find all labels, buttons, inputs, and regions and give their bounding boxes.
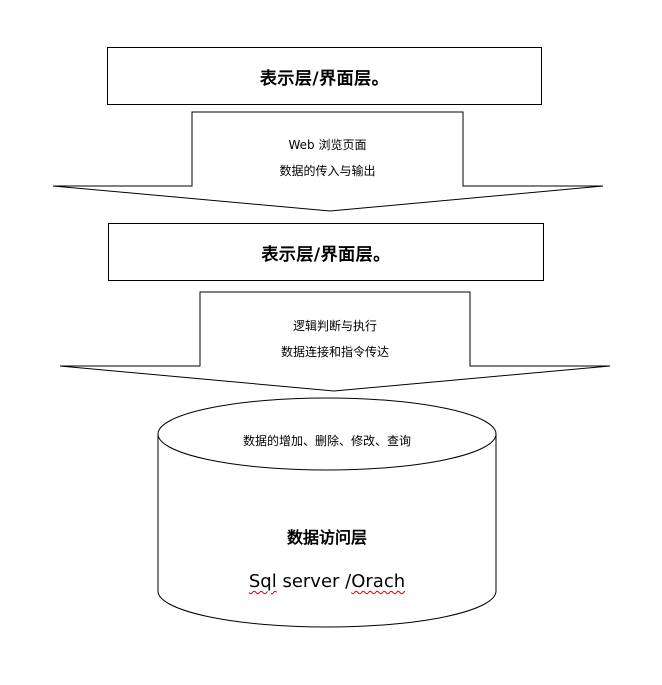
server-word: server / [276,571,352,592]
arrow2-label-line2: 数据连接和指令传达 [280,345,389,359]
database-engine-label: Sql server /Orach [158,571,496,592]
orach-word: Orach [351,571,406,592]
presentation-layer-box: 表示层/界面层。 [107,47,542,105]
presentation-layer-box-2: 表示层/界面层。 [108,223,544,281]
presentation-layer-title-2: 表示层/界面层。 [261,244,391,265]
database-operations-text: 数据的增加、删除、修改、查询 [242,434,411,448]
arrow1-label-line1: Web 浏览页面 [288,138,367,152]
presentation-layer-title: 表示层/界面层。 [259,68,390,89]
arrow-down-2 [59,291,611,392]
sql-word: Sql [248,571,277,592]
data-access-layer-title: 数据访问层 [286,528,367,547]
arrow2-label-line1: 逻辑判断与执行 [292,319,377,333]
arrow1-label-line2: 数据的传入与输出 [279,164,376,178]
